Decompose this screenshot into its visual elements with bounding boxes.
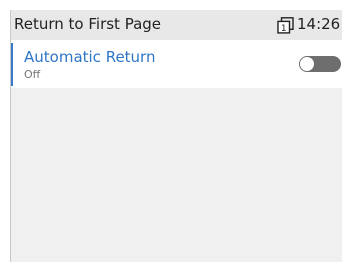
automatic-return-toggle[interactable]: [299, 56, 341, 72]
toggle-knob: [300, 57, 314, 71]
screen: Return to First Page 1 14:26 Automatic R…: [10, 10, 342, 262]
header-bar: Return to First Page 1 14:26: [11, 10, 342, 40]
setting-title: Automatic Return: [24, 48, 156, 66]
sim-card-label: 1: [281, 24, 287, 34]
page-title: Return to First Page: [14, 15, 162, 33]
focus-indicator: [11, 43, 13, 86]
sim-card-icon: 1: [277, 17, 294, 34]
status-time: 14:26: [297, 15, 341, 33]
setting-automatic-return[interactable]: Automatic Return Off: [11, 40, 342, 88]
setting-value: Off: [24, 68, 41, 81]
